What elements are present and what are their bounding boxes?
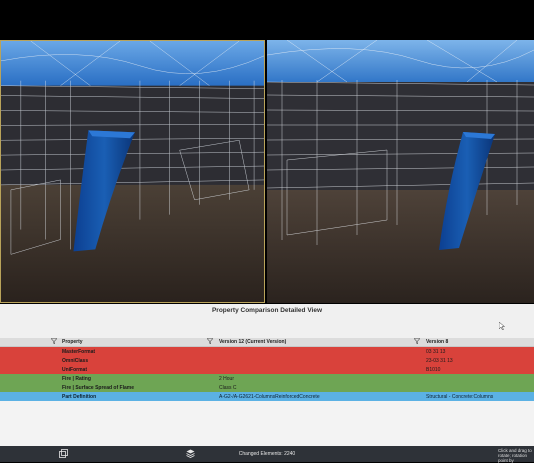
cell-property: UniFormat xyxy=(62,367,87,373)
viewport-current-version[interactable] xyxy=(0,40,265,303)
property-comparison-table: Property Version 12 (Current Version) Ve… xyxy=(0,338,534,401)
cell-version-8: 03 31 13 xyxy=(426,349,446,355)
column-header-version-12[interactable]: Version 12 (Current Version) xyxy=(219,339,286,345)
column-header-version-8[interactable]: Version 8 xyxy=(426,339,448,345)
filter-icon[interactable] xyxy=(50,338,58,346)
table-row[interactable]: Fire | Surface Spread of Flame Class C xyxy=(0,383,534,392)
cell-version-8: Structural - Concrete:Columns xyxy=(426,394,494,400)
viewport-previous-version[interactable] xyxy=(267,40,534,303)
cell-version-8: 23-03 31 13 xyxy=(426,358,453,364)
table-row[interactable]: Fire | Rating 2 Hour xyxy=(0,374,534,383)
cell-property: MasterFormat xyxy=(62,349,96,355)
table-header: Property Version 12 (Current Version) Ve… xyxy=(0,338,534,347)
property-comparison-panel: Property Comparison Detailed View Proper… xyxy=(0,304,534,446)
cell-property: Fire | Rating xyxy=(62,376,91,382)
changed-elements-count: Changed Elements: 2240 xyxy=(238,451,296,457)
table-row[interactable]: MasterFormat 03 31 13 xyxy=(0,347,534,356)
app-window: Property Comparison Detailed View Proper… xyxy=(0,26,534,463)
mouse-cursor-icon xyxy=(498,321,506,332)
cell-property: Part Definition xyxy=(62,394,97,400)
table-body: MasterFormat 03 31 13 OmniClass 23-03 31 13… xyxy=(0,347,534,401)
cell-property: Fire | Surface Spread of Flame xyxy=(62,385,134,391)
3d-model-view-right[interactable] xyxy=(267,40,534,303)
3d-model-view-left[interactable] xyxy=(1,41,264,302)
navigation-hint: Click and drag to rotate; rotation point… xyxy=(498,448,532,463)
filter-icon[interactable] xyxy=(413,338,421,346)
table-row[interactable]: OmniClass 23-03 31 13 xyxy=(0,356,534,365)
column-header-property[interactable]: Property xyxy=(62,339,83,345)
filter-icon[interactable] xyxy=(206,338,214,346)
viewport-area xyxy=(0,40,534,303)
table-row[interactable]: Part Definition A-G2-/A-G2621-ColumnsRein… xyxy=(0,392,534,401)
cell-property: OmniClass xyxy=(62,358,89,364)
cell-version-8: B1010 xyxy=(426,367,441,373)
cell-version-12: 2 Hour xyxy=(219,376,235,382)
status-bar: Changed Elements: 2240 Click and drag to… xyxy=(0,446,534,463)
panel-toolbar xyxy=(0,318,534,338)
cell-version-12: Class C xyxy=(219,385,237,391)
table-row[interactable]: UniFormat B1010 xyxy=(0,365,534,374)
cell-version-12: A-G2-/A-G2621-ColumnsReinforcedConcrete xyxy=(219,394,320,400)
panel-title: Property Comparison Detailed View xyxy=(0,304,534,318)
